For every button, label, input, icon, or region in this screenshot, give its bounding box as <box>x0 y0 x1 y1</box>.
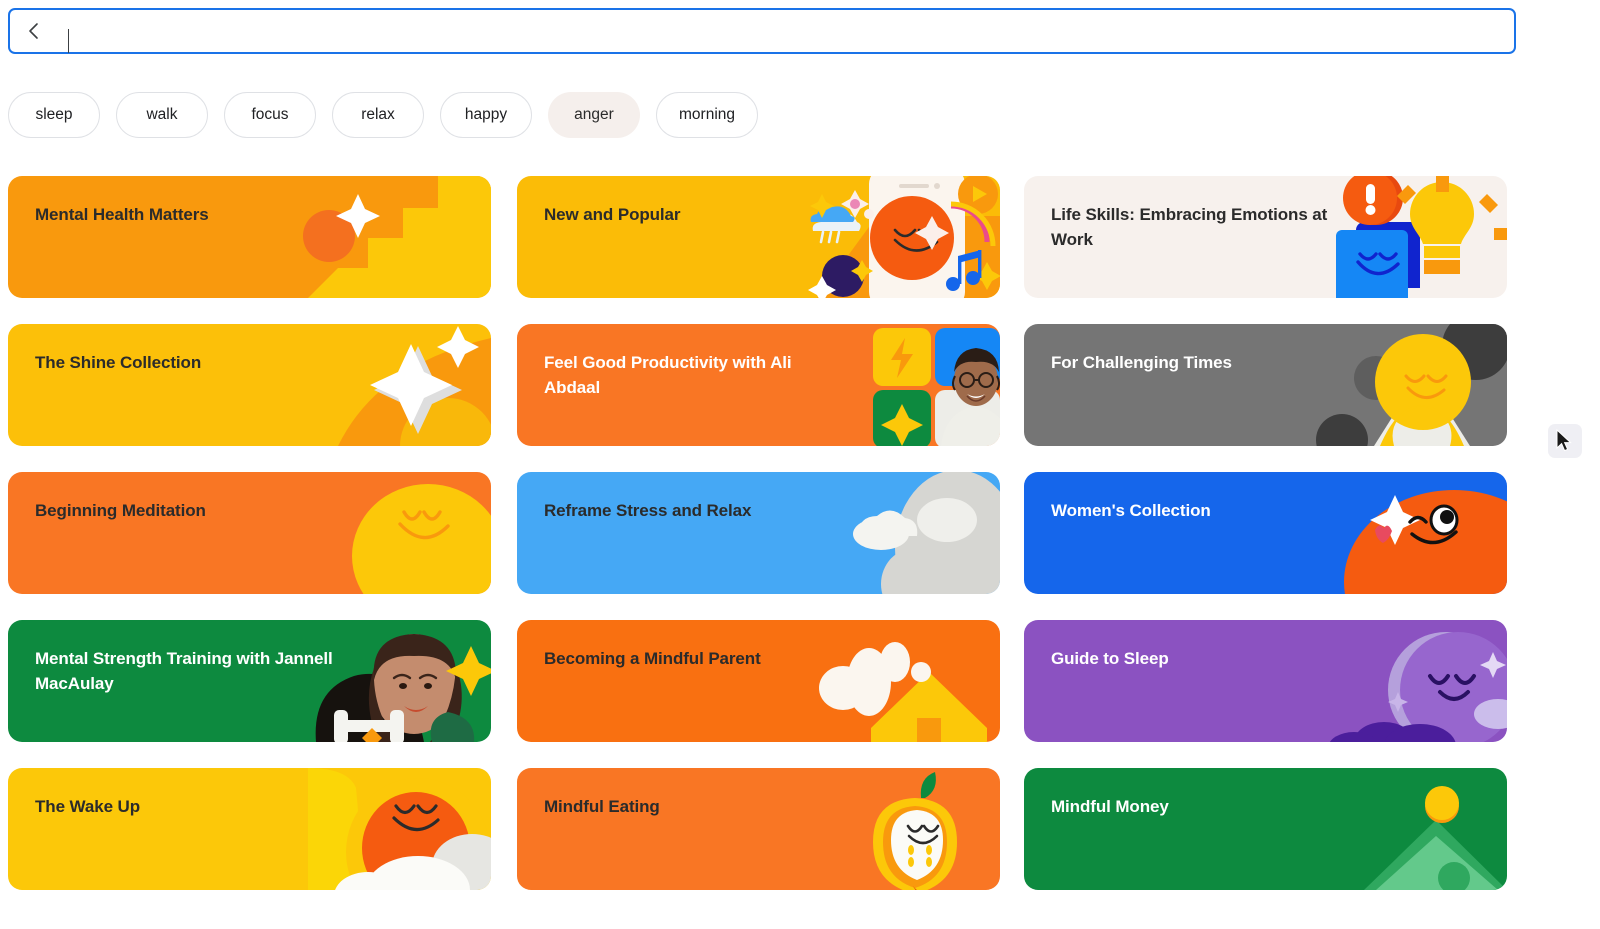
collection-card[interactable]: The Wake Up <box>8 768 491 890</box>
grey-blob-illustration-icon <box>1024 324 1507 446</box>
chevron-left-icon[interactable] <box>24 21 44 41</box>
collection-card-title: The Shine Collection <box>35 350 201 375</box>
chip-sleep[interactable]: sleep <box>8 92 100 138</box>
moon-clouds-illustration-icon <box>1024 620 1507 742</box>
dumbbell-portrait-illustration-icon <box>8 620 491 742</box>
collection-card-title: New and Popular <box>544 202 680 227</box>
collection-card-title: Mental Health Matters <box>35 202 209 227</box>
collection-card-title: Beginning Meditation <box>35 498 206 523</box>
collection-row: Mental Health Matters <box>8 176 1592 324</box>
collection-card-title: Reframe Stress and Relax <box>544 498 751 523</box>
collection-row: The Shine Collection Feel Good Productiv… <box>8 324 1592 472</box>
collection-card[interactable]: Guide to Sleep <box>1024 620 1507 742</box>
collection-card[interactable]: Mental Health Matters <box>8 176 491 298</box>
collection-card-title: Mental Strength Training with Jannell Ma… <box>35 646 335 696</box>
collection-card[interactable]: Mindful Money <box>1024 768 1507 890</box>
phone-blob-illustration-icon <box>517 176 1000 298</box>
house-clouds-illustration-icon <box>517 620 1000 742</box>
collection-card[interactable]: Life Skills: Embracing Emotions at Work <box>1024 176 1507 298</box>
collection-card[interactable]: New and Popular <box>517 176 1000 298</box>
collection-card[interactable]: Reframe Stress and Relax <box>517 472 1000 594</box>
tiles-portrait-illustration-icon <box>517 324 1000 446</box>
chip-label: walk <box>146 106 177 124</box>
collection-card-title: Life Skills: Embracing Emotions at Work <box>1051 202 1351 252</box>
folder-bulb-illustration-icon <box>1024 176 1507 298</box>
chip-label: focus <box>251 106 288 124</box>
chip-focus[interactable]: focus <box>224 92 316 138</box>
stairs-sun-illustration-icon <box>8 176 491 298</box>
chip-walk[interactable]: walk <box>116 92 208 138</box>
collection-row: Mental Strength Training with Jannell Ma… <box>8 620 1592 768</box>
chip-anger[interactable]: anger <box>548 92 640 138</box>
collection-card-title: Guide to Sleep <box>1051 646 1169 671</box>
suggestion-chip-row: sleep walk focus relax happy anger morning <box>8 91 1528 139</box>
collection-card[interactable]: Women's Collection <box>1024 472 1507 594</box>
search-bar[interactable] <box>8 8 1516 54</box>
collection-card[interactable]: The Shine Collection <box>8 324 491 446</box>
collection-card-title: The Wake Up <box>35 794 140 819</box>
collection-card-title: Feel Good Productivity with Ali Abdaal <box>544 350 844 400</box>
money-coin-illustration-icon <box>1024 768 1507 890</box>
chip-label: anger <box>574 106 614 124</box>
collection-card[interactable]: Feel Good Productivity with Ali Abdaal <box>517 324 1000 446</box>
collection-card[interactable]: Mental Strength Training with Jannell Ma… <box>8 620 491 742</box>
collection-card[interactable]: Mindful Eating <box>517 768 1000 890</box>
yellow-blob-face-illustration-icon <box>8 472 491 594</box>
text-caret <box>68 29 69 53</box>
apple-face-illustration-icon <box>517 768 1000 890</box>
collection-card-title: Mindful Eating <box>544 794 660 819</box>
chip-morning[interactable]: morning <box>656 92 758 138</box>
collection-card-title: Mindful Money <box>1051 794 1169 819</box>
sun-clouds-illustration-icon <box>8 768 491 890</box>
collection-grid: Mental Health Matters <box>8 176 1592 916</box>
search-input[interactable] <box>44 16 1500 46</box>
collection-card-title: Becoming a Mindful Parent <box>544 646 761 671</box>
collection-card[interactable]: For Challenging Times <box>1024 324 1507 446</box>
chip-happy[interactable]: happy <box>440 92 532 138</box>
chip-relax[interactable]: relax <box>332 92 424 138</box>
chip-label: relax <box>361 106 395 124</box>
collection-row: The Wake Up Mindful Eating Mindful Money <box>8 768 1592 916</box>
chip-label: happy <box>465 106 507 124</box>
clouds-illustration-icon <box>517 472 1000 594</box>
collection-card[interactable]: Becoming a Mindful Parent <box>517 620 1000 742</box>
collection-card[interactable]: Beginning Meditation <box>8 472 491 594</box>
collection-card-title: For Challenging Times <box>1051 350 1232 375</box>
chip-label: morning <box>679 106 735 124</box>
chip-label: sleep <box>35 106 72 124</box>
wink-blob-illustration-icon <box>1024 472 1507 594</box>
collection-card-title: Women's Collection <box>1051 498 1211 523</box>
collection-row: Beginning Meditation Reframe Stress and … <box>8 472 1592 620</box>
sparkles-illustration-icon <box>8 324 491 446</box>
